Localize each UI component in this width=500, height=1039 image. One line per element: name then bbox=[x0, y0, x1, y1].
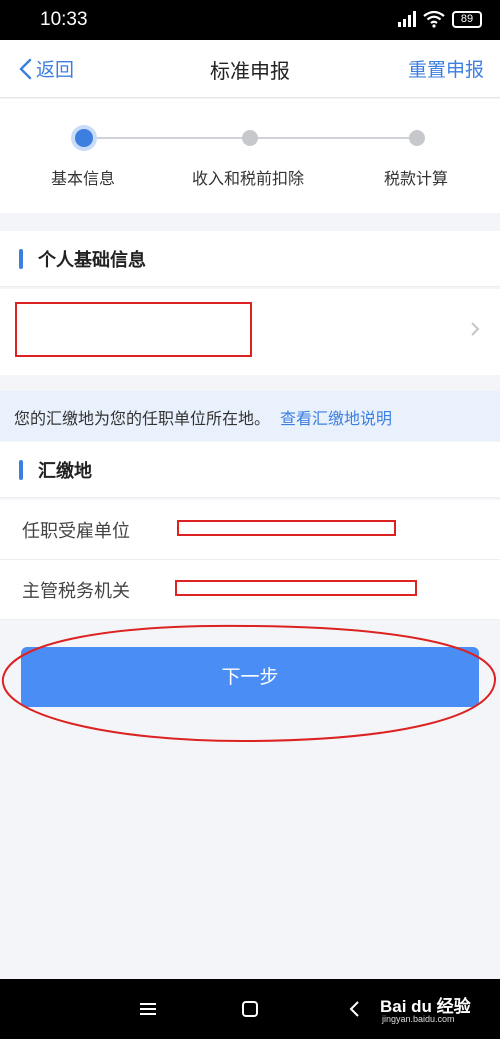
step-label-tax-calc: 税款计算 bbox=[384, 169, 449, 188]
signal-icon bbox=[398, 11, 416, 27]
baidu-watermark: Bai du 经验 jingyan.baidu.com bbox=[380, 992, 471, 1024]
step-connector bbox=[258, 137, 410, 139]
progress-stepper: 基本信息 收入和税前扣除 税款计算 bbox=[0, 99, 500, 213]
step-connector bbox=[93, 137, 243, 139]
filing-location-help-link[interactable]: 查看汇缴地说明 bbox=[280, 409, 392, 428]
step-dot-active bbox=[75, 129, 93, 147]
redacted-value bbox=[177, 520, 396, 536]
filing-location-header: 汇缴地 bbox=[0, 442, 500, 498]
field-label: 主管税务机关 bbox=[22, 581, 130, 602]
notice-text: 您的汇缴地为您的任职单位所在地。 bbox=[14, 409, 271, 428]
field-label: 任职受雇单位 bbox=[22, 521, 130, 542]
personal-info-header: 个人基础信息 bbox=[0, 231, 500, 287]
employer-field[interactable]: 任职受雇单位 bbox=[0, 500, 500, 560]
section-accent-bar bbox=[19, 460, 23, 480]
personal-info-row[interactable] bbox=[0, 289, 500, 375]
status-time: 10:33 bbox=[40, 9, 88, 30]
next-step-button[interactable]: 下一步 bbox=[21, 647, 479, 707]
section-title: 汇缴地 bbox=[38, 461, 92, 482]
redacted-value bbox=[175, 580, 417, 596]
back-nav-icon[interactable] bbox=[345, 999, 365, 1019]
wifi-icon bbox=[423, 10, 445, 28]
filing-location-notice: 您的汇缴地为您的任职单位所在地。 查看汇缴地说明 bbox=[0, 391, 500, 441]
nav-bar: 返回 标准申报 重置申报 bbox=[0, 40, 500, 98]
step-label-income: 收入和税前扣除 bbox=[192, 169, 305, 188]
battery-icon: 89 bbox=[452, 11, 482, 28]
tax-authority-field[interactable]: 主管税务机关 bbox=[0, 560, 500, 620]
status-bar: 10:33 89 bbox=[0, 0, 500, 40]
section-title: 个人基础信息 bbox=[38, 250, 146, 271]
step-label-basic-info: 基本信息 bbox=[51, 169, 116, 188]
step-dot bbox=[242, 130, 258, 146]
reset-filing-button[interactable]: 重置申报 bbox=[408, 55, 484, 82]
chevron-right-icon bbox=[471, 322, 480, 336]
section-accent-bar bbox=[19, 249, 23, 269]
menu-icon[interactable] bbox=[138, 999, 158, 1019]
watermark-url: jingyan.baidu.com bbox=[382, 1014, 455, 1024]
redacted-info-box bbox=[15, 302, 252, 357]
step-dot bbox=[409, 130, 425, 146]
home-icon[interactable] bbox=[240, 999, 260, 1019]
